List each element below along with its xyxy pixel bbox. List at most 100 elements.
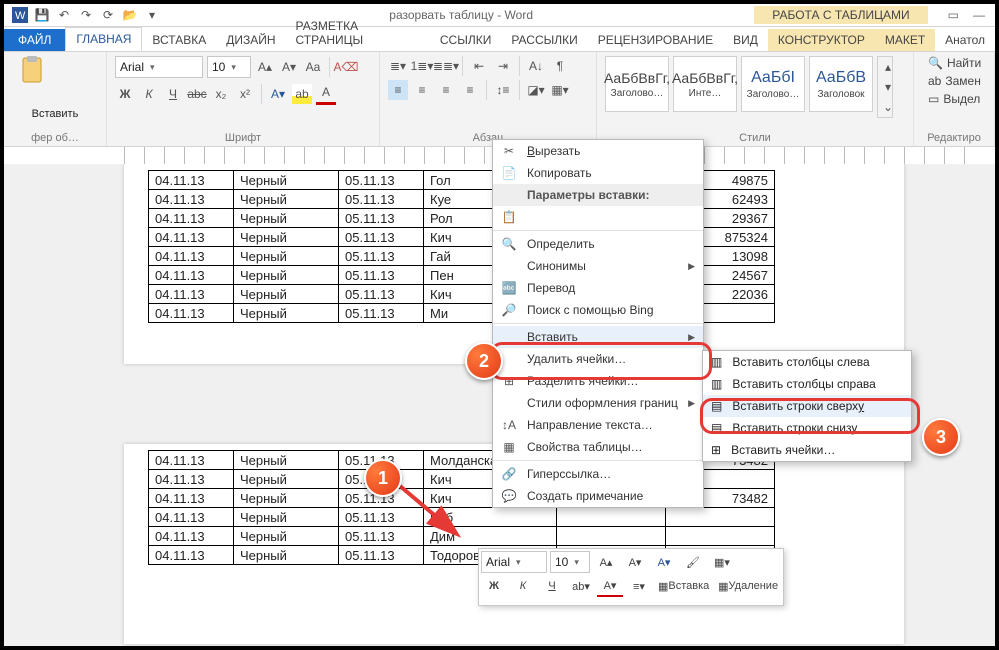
indent-dec-icon[interactable]: ⇤ [469, 56, 489, 76]
multilevel-icon[interactable]: ≣≣▾ [436, 56, 456, 76]
mini-insert-button[interactable]: ▦ Вставка [655, 576, 712, 596]
mini-size-select[interactable]: 10▾ [550, 551, 590, 573]
highlight-icon[interactable]: ab [292, 84, 312, 104]
minimize-icon[interactable]: — [973, 8, 985, 22]
replace-button[interactable]: abЗамен [928, 74, 986, 88]
paste-button[interactable] [12, 56, 52, 104]
tab-review[interactable]: РЕЦЕНЗИРОВАНИЕ [588, 29, 723, 51]
find-button[interactable]: 🔍Найти [928, 56, 986, 70]
table-cell[interactable]: 05.11.13 [339, 247, 424, 266]
select-button[interactable]: ▭Выдел [928, 92, 986, 106]
font-name-select[interactable]: Arial▾ [115, 56, 203, 78]
mini-shrink-icon[interactable]: A▾ [622, 552, 648, 572]
subscript-button[interactable]: x₂ [211, 84, 231, 104]
menu-insert[interactable]: Вставить▶ [493, 326, 703, 348]
open-icon[interactable]: 📂 [122, 7, 138, 23]
mini-texteffect-icon[interactable]: A▾ [651, 552, 677, 572]
table-cell[interactable]: 04.11.13 [149, 527, 234, 546]
table-cell[interactable]: 04.11.13 [149, 171, 234, 190]
table-cell[interactable]: 04.11.13 [149, 470, 234, 489]
table-cell[interactable]: 04.11.13 [149, 266, 234, 285]
table-cell[interactable]: Черный [234, 171, 339, 190]
style-item-3[interactable]: АаБбIЗаголово… [741, 56, 805, 112]
qat-dropdown-icon[interactable]: ▾ [144, 7, 160, 23]
mini-grow-icon[interactable]: A▴ [593, 552, 619, 572]
table-cell[interactable]: 05.11.13 [339, 266, 424, 285]
sort-icon[interactable]: A↓ [526, 56, 546, 76]
numbering-icon[interactable]: 1≣▾ [412, 56, 432, 76]
clear-format-icon[interactable]: A⌫ [336, 57, 356, 77]
table-cell[interactable]: Черный [234, 247, 339, 266]
submenu-rows-above[interactable]: ▤Вставить строки сверху [703, 395, 911, 417]
mini-font-select[interactable]: Arial▾ [481, 551, 547, 573]
bold-button[interactable]: Ж [115, 84, 135, 104]
table-cell[interactable] [666, 508, 775, 527]
table-cell[interactable] [557, 527, 666, 546]
table-cell[interactable]: Черный [234, 285, 339, 304]
show-marks-icon[interactable]: ¶ [550, 56, 570, 76]
table-cell[interactable]: 04.11.13 [149, 228, 234, 247]
menu-cut[interactable]: ✂ВВырезатьырезать [493, 140, 703, 162]
table-cell[interactable]: 05.11.13 [339, 209, 424, 228]
menu-delete-cells[interactable]: Удалить ячейки… [493, 348, 703, 370]
menu-copy[interactable]: 📄Копировать [493, 162, 703, 184]
table-cell[interactable]: 04.11.13 [149, 209, 234, 228]
bullets-icon[interactable]: ≣▾ [388, 56, 408, 76]
table-cell[interactable]: 04.11.13 [149, 304, 234, 323]
mini-fontcolor-icon[interactable]: A▾ [597, 575, 623, 597]
table-cell[interactable]: 05.11.13 [339, 285, 424, 304]
redo-icon[interactable]: ↷ [78, 7, 94, 23]
mini-brush-icon[interactable]: 🖌 [680, 552, 706, 572]
menu-hyperlink[interactable]: 🔗Гиперссылка… [493, 463, 703, 485]
styles-up-icon[interactable]: ▴ [878, 57, 898, 77]
menu-bing[interactable]: 🔎Поиск с помощью Bing [493, 299, 703, 321]
table-cell[interactable]: Черный [234, 190, 339, 209]
font-size-select[interactable]: 10▾ [207, 56, 251, 78]
font-color-icon[interactable]: A [316, 82, 336, 105]
tab-view[interactable]: ВИД [723, 29, 768, 51]
menu-table-props[interactable]: ▦Свойства таблицы… [493, 436, 703, 458]
italic-button[interactable]: К [139, 84, 159, 104]
table-cell[interactable]: Черный [234, 209, 339, 228]
table-cell[interactable]: 04.11.13 [149, 546, 234, 565]
superscript-button[interactable]: x² [235, 84, 255, 104]
undo-icon[interactable]: ↶ [56, 7, 72, 23]
grow-font-icon[interactable]: A▴ [255, 57, 275, 77]
tab-file[interactable]: ФАЙЛ [4, 29, 65, 51]
submenu-rows-below[interactable]: ▤Вставить строки снизу [703, 417, 911, 439]
strike-button[interactable]: abc [187, 84, 207, 104]
tab-insert[interactable]: ВСТАВКА [142, 29, 216, 51]
text-effects-icon[interactable]: A▾ [268, 84, 288, 104]
styles-more-icon[interactable]: ⌄ [878, 97, 898, 117]
underline-button[interactable]: Ч [163, 84, 183, 104]
table-cell[interactable]: Черный [234, 228, 339, 247]
table-cell[interactable] [557, 508, 666, 527]
mini-italic[interactable]: К [510, 576, 536, 596]
submenu-cols-left[interactable]: ▥Вставить столбцы слева [703, 351, 911, 373]
tab-home[interactable]: ГЛАВНАЯ [65, 27, 142, 51]
tab-mailings[interactable]: РАССЫЛКИ [501, 29, 587, 51]
shading-icon[interactable]: ◪▾ [526, 80, 546, 100]
mini-underline[interactable]: Ч [539, 576, 565, 596]
tab-design[interactable]: ДИЗАЙН [216, 29, 285, 51]
table-cell[interactable]: 05.11.13 [339, 546, 424, 565]
menu-border-styles[interactable]: Стили оформления границ▶ [493, 392, 703, 414]
menu-paste-option[interactable]: 📋 [493, 206, 703, 228]
tab-page-layout[interactable]: РАЗМЕТКА СТРАНИЦЫ [286, 15, 430, 51]
tab-table-layout[interactable]: МАКЕТ [875, 29, 935, 51]
table-cell[interactable]: Черный [234, 489, 339, 508]
tab-table-design[interactable]: КОНСТРУКТОР [768, 29, 875, 51]
table-cell[interactable]: Черный [234, 266, 339, 285]
menu-split-cells[interactable]: ⊞Разделить ячейки… [493, 370, 703, 392]
table-cell[interactable]: 04.11.13 [149, 190, 234, 209]
line-spacing-icon[interactable]: ↕≡ [493, 80, 513, 100]
table-cell[interactable]: Черный [234, 470, 339, 489]
styles-down-icon[interactable]: ▾ [878, 77, 898, 97]
table-cell[interactable]: Черный [234, 304, 339, 323]
menu-text-direction[interactable]: ↕AНаправление текста… [493, 414, 703, 436]
user-name[interactable]: Анатол [935, 29, 995, 51]
table-cell[interactable]: 05.11.13 [339, 171, 424, 190]
mini-delete-button[interactable]: ▦ Удаление [715, 576, 781, 596]
align-right-icon[interactable]: ≡ [436, 80, 456, 100]
ribbon-options-icon[interactable]: ▭ [948, 8, 959, 22]
